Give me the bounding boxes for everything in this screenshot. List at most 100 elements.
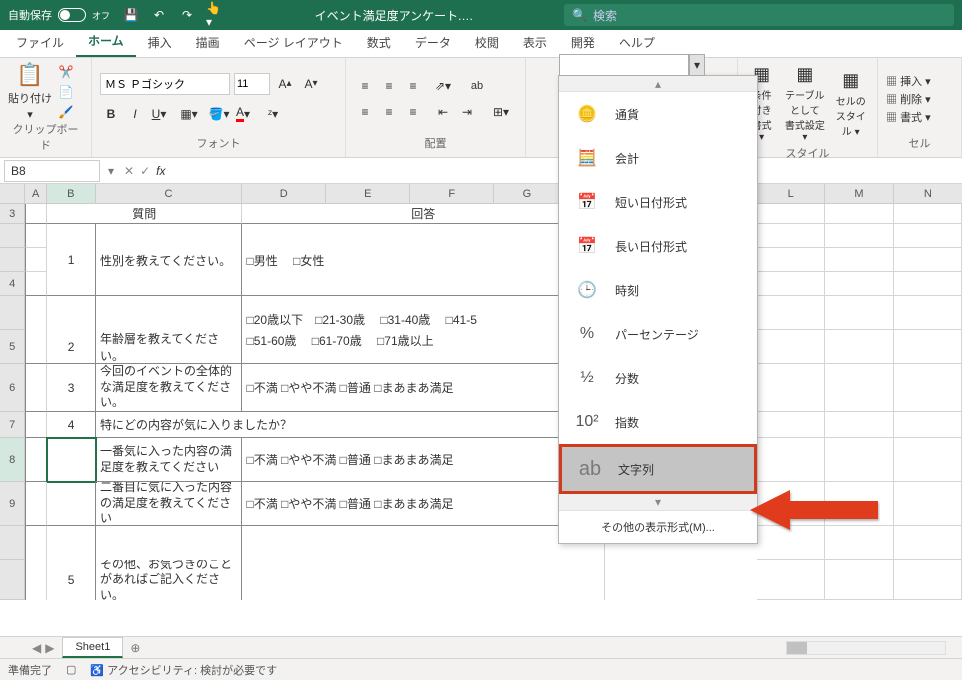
tab-draw[interactable]: 描画: [184, 28, 232, 57]
touch-mode-icon[interactable]: 👆▾: [206, 6, 224, 24]
nf-item-fraction[interactable]: ½分数: [559, 356, 757, 400]
align-bottom-icon[interactable]: ≡: [402, 75, 424, 97]
select-all-corner[interactable]: [0, 184, 25, 203]
cell-question-header[interactable]: 質問: [47, 204, 242, 224]
merge-button[interactable]: ⊞▾: [490, 101, 512, 123]
insert-cells-button[interactable]: ▦ 挿入 ▾: [886, 73, 953, 89]
nf-more-formats[interactable]: その他の表示形式(M)...: [559, 510, 757, 543]
align-top-icon[interactable]: ≡: [354, 75, 376, 97]
align-middle-icon[interactable]: ≡: [378, 75, 400, 97]
autosave-toggle[interactable]: [58, 8, 86, 22]
tab-page-layout[interactable]: ページ レイアウト: [232, 28, 355, 57]
wrap-text-button[interactable]: ab: [466, 75, 488, 97]
col-N[interactable]: N: [894, 184, 962, 203]
nf-item-scientific[interactable]: 10²指数: [559, 400, 757, 444]
paste-button[interactable]: 📋 貼り付け ▾: [8, 62, 52, 121]
col-M[interactable]: M: [825, 184, 893, 203]
row-header[interactable]: [0, 560, 25, 600]
underline-button[interactable]: U▾: [148, 103, 170, 125]
font-color-button[interactable]: A▾: [232, 103, 254, 125]
nf-item-long-date[interactable]: 📅長い日付形式: [559, 224, 757, 268]
orientation-icon[interactable]: ⇗▾: [432, 75, 454, 97]
col-B[interactable]: B: [47, 184, 96, 203]
new-sheet-button[interactable]: ⊕: [125, 641, 145, 655]
number-format-combo-arrow[interactable]: ▾: [689, 54, 705, 76]
col-F[interactable]: F: [410, 184, 494, 203]
tab-view[interactable]: 表示: [511, 28, 559, 57]
tab-developer[interactable]: 開発: [559, 28, 607, 57]
undo-icon[interactable]: ↶: [150, 6, 168, 24]
status-recorder-icon[interactable]: ▢: [66, 663, 76, 676]
nf-item-accounting[interactable]: 🧮会計: [559, 136, 757, 180]
row-header[interactable]: [0, 296, 25, 330]
format-cells-button[interactable]: ▦ 書式 ▾: [886, 109, 953, 125]
redo-icon[interactable]: ↷: [178, 6, 196, 24]
tab-file[interactable]: ファイル: [4, 28, 76, 57]
tab-help[interactable]: ヘルプ: [607, 28, 667, 57]
name-box[interactable]: B8: [4, 160, 100, 182]
align-center-icon[interactable]: ≡: [378, 101, 400, 123]
col-E[interactable]: E: [326, 184, 410, 203]
cell-styles-button[interactable]: ▦セルの スタイル ▾: [832, 68, 869, 140]
cancel-formula-icon[interactable]: ✕: [124, 164, 134, 178]
selected-cell-B8[interactable]: [47, 438, 96, 482]
row-header[interactable]: 9: [0, 482, 25, 526]
delete-cells-button[interactable]: ▦ 削除 ▾: [886, 91, 953, 107]
font-size-select[interactable]: [234, 73, 270, 95]
enter-formula-icon[interactable]: ✓: [140, 164, 150, 178]
borders-button[interactable]: ▦▾: [178, 103, 200, 125]
row-header[interactable]: 8: [0, 438, 25, 482]
tab-data[interactable]: データ: [403, 28, 463, 57]
col-D[interactable]: D: [242, 184, 326, 203]
autosave[interactable]: 自動保存 オフ: [8, 7, 110, 23]
row-header[interactable]: 3: [0, 204, 25, 224]
align-left-icon[interactable]: ≡: [354, 101, 376, 123]
nf-item-percentage[interactable]: %パーセンテージ: [559, 312, 757, 356]
font-name-select[interactable]: [100, 73, 230, 95]
save-icon[interactable]: 💾: [122, 6, 140, 24]
row-header[interactable]: [0, 224, 25, 248]
copy-icon[interactable]: 📄: [58, 84, 74, 100]
italic-button[interactable]: I: [124, 103, 146, 125]
fx-icon[interactable]: fx: [156, 164, 171, 178]
phonetic-button[interactable]: ᶻ▾: [262, 103, 284, 125]
nf-item-short-date[interactable]: 📅短い日付形式: [559, 180, 757, 224]
align-right-icon[interactable]: ≡: [402, 101, 424, 123]
nf-item-text[interactable]: ab文字列: [559, 444, 757, 494]
nf-item-currency[interactable]: 🪙通貨: [559, 92, 757, 136]
col-L[interactable]: L: [757, 184, 825, 203]
row-header[interactable]: [0, 248, 25, 272]
decrease-font-icon[interactable]: A▾: [300, 73, 322, 95]
search-box[interactable]: 🔍 検索: [564, 4, 954, 26]
col-C[interactable]: C: [96, 184, 242, 203]
bold-button[interactable]: B: [100, 103, 122, 125]
tab-home[interactable]: ホーム: [76, 26, 136, 57]
tab-formulas[interactable]: 数式: [355, 28, 403, 57]
scroll-up-icon[interactable]: ▴: [559, 76, 757, 92]
sheet-tab-sheet1[interactable]: Sheet1: [62, 637, 123, 658]
tab-review[interactable]: 校閲: [463, 28, 511, 57]
cut-icon[interactable]: ✂️: [58, 64, 74, 80]
scroll-down-icon[interactable]: ▾: [559, 494, 757, 510]
row-header[interactable]: 5: [0, 330, 25, 364]
status-accessibility[interactable]: ♿ アクセシビリティ: 検討が必要です: [90, 662, 277, 678]
col-A[interactable]: A: [25, 184, 47, 203]
row-header[interactable]: 6: [0, 364, 25, 412]
horizontal-scrollbar[interactable]: [786, 641, 946, 655]
nf-item-time[interactable]: 🕒時刻: [559, 268, 757, 312]
indent-decrease-icon[interactable]: ⇤: [432, 101, 454, 123]
fill-color-button[interactable]: 🪣▾: [208, 103, 230, 125]
name-box-dropdown-icon[interactable]: ▾: [104, 164, 118, 178]
worksheet-grid[interactable]: 3 質問 回答 1 性別を教えてください。 □男性 □女性: [0, 204, 962, 634]
format-as-table-button[interactable]: ▦テーブルとして 書式設定 ▾: [779, 62, 830, 145]
number-format-combo[interactable]: [559, 54, 689, 76]
col-G[interactable]: G: [494, 184, 560, 203]
indent-increase-icon[interactable]: ⇥: [456, 101, 478, 123]
format-painter-icon[interactable]: 🖌️: [58, 104, 74, 120]
row-header[interactable]: 7: [0, 412, 25, 438]
increase-font-icon[interactable]: A▴: [274, 73, 296, 95]
cell-answer-header[interactable]: 回答: [242, 204, 605, 224]
row-header[interactable]: 4: [0, 272, 25, 296]
sheet-nav[interactable]: ◀▶: [26, 641, 60, 655]
tab-insert[interactable]: 挿入: [136, 28, 184, 57]
